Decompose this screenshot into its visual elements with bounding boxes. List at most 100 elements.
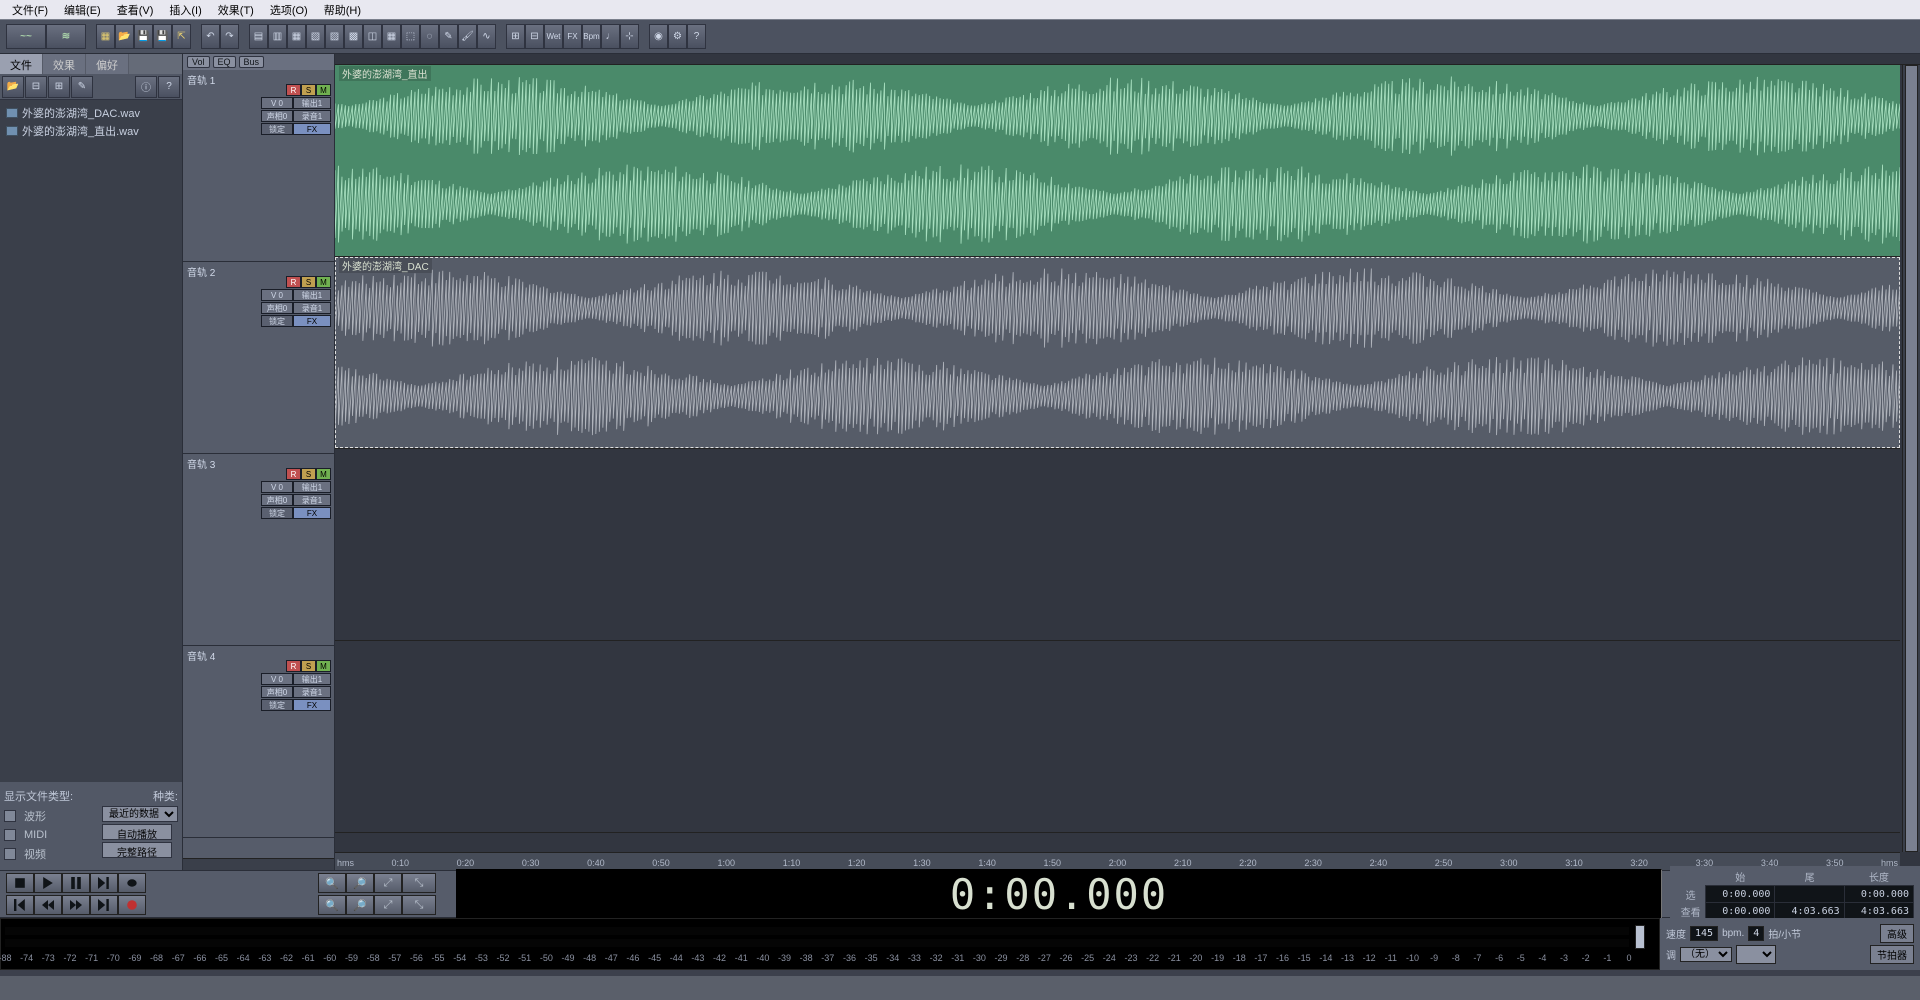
output-cell[interactable]: 输出1 — [293, 289, 331, 301]
volume-cell[interactable]: V 0 — [261, 97, 293, 109]
go-start-button[interactable] — [6, 895, 34, 915]
snap-1-button[interactable]: ⊞ — [506, 24, 525, 49]
fastfwd-button[interactable] — [62, 895, 90, 915]
export-button[interactable]: ⇱ — [172, 24, 191, 49]
mute-button[interactable]: M — [316, 84, 331, 96]
track-header[interactable]: 音轨 2RSMV 0输出1声相0录音1锁定FX — [183, 262, 334, 454]
record-arm-button[interactable]: R — [286, 660, 301, 672]
fx-cell[interactable]: FX — [293, 315, 331, 327]
vscroll-thumb[interactable] — [1905, 65, 1918, 852]
snap-fx-button[interactable]: FX — [563, 24, 582, 49]
arrangement-view[interactable]: 外婆的澎湖湾_直出1外婆的澎湖湾_DAC234 hms hms 0:100:20… — [335, 54, 1920, 870]
rec-src-cell[interactable]: 录音1 — [293, 686, 331, 698]
pan-cell[interactable]: 声相0 — [261, 494, 293, 506]
zoom-in-v-button[interactable]: 🔍 — [318, 895, 346, 915]
view-len[interactable]: 4:03.663 — [1844, 903, 1913, 920]
tool-2-button[interactable]: ▥ — [268, 24, 287, 49]
lock-cell[interactable]: 锁定 — [261, 315, 293, 327]
record-arm-button[interactable]: R — [286, 84, 301, 96]
play-button[interactable] — [34, 873, 62, 893]
mute-button[interactable]: M — [316, 660, 331, 672]
output-cell[interactable]: 输出1 — [293, 481, 331, 493]
zoom-fit-v-button[interactable]: ⤢ — [374, 895, 402, 915]
record-arm-button[interactable]: R — [286, 276, 301, 288]
pan-cell[interactable]: 声相0 — [261, 110, 293, 122]
settings-button[interactable]: ⚙ — [668, 24, 687, 49]
rec-src-cell[interactable]: 录音1 — [293, 302, 331, 314]
menu-item-2[interactable]: 查看(V) — [109, 0, 162, 20]
track-header[interactable]: 音轨 3RSMV 0输出1声相0录音1锁定FX — [183, 454, 334, 646]
lock-cell[interactable]: 锁定 — [261, 123, 293, 135]
output-cell[interactable]: 输出1 — [293, 673, 331, 685]
cd-button[interactable]: ◉ — [649, 24, 668, 49]
sel-end[interactable] — [1775, 886, 1844, 903]
menu-item-5[interactable]: 选项(O) — [262, 0, 316, 20]
track-lane[interactable]: 3 — [335, 449, 1900, 641]
solo-button[interactable]: S — [301, 276, 316, 288]
sel-begin[interactable]: 0:00.000 — [1706, 886, 1775, 903]
rec-src-cell[interactable]: 录音1 — [293, 494, 331, 506]
track-lane[interactable]: 外婆的澎湖湾_直出1 — [335, 65, 1900, 257]
tool-grid-button[interactable]: ▦ — [382, 24, 401, 49]
tool-pencil-button[interactable]: ✎ — [439, 24, 458, 49]
open-file-button[interactable]: 📂 — [115, 24, 134, 49]
mute-button[interactable]: M — [316, 468, 331, 480]
tool-7-button[interactable]: ◫ — [363, 24, 382, 49]
play-to-end-button[interactable] — [90, 873, 118, 893]
zoom-in-h-button[interactable]: 🔍 — [318, 873, 346, 893]
fx-cell[interactable]: FX — [293, 699, 331, 711]
mixer-tab-eq[interactable]: EQ — [213, 56, 236, 68]
pan-cell[interactable]: 声相0 — [261, 686, 293, 698]
key-mod-select[interactable] — [1736, 945, 1776, 964]
advanced-button[interactable]: 高级 — [1880, 924, 1914, 943]
fp-help-button[interactable]: ? — [158, 76, 180, 98]
type-checkbox[interactable] — [4, 848, 16, 860]
help-button[interactable]: ? — [687, 24, 706, 49]
menu-item-1[interactable]: 编辑(E) — [56, 0, 109, 20]
file-panel-tab-0[interactable]: 文件 — [0, 54, 43, 74]
type-checkbox[interactable] — [4, 829, 16, 841]
mode-edit-button[interactable]: ~~ — [6, 24, 46, 49]
solo-button[interactable]: S — [301, 468, 316, 480]
file-panel-tab-2[interactable]: 偏好 — [86, 54, 129, 74]
fp-open-button[interactable]: 📂 — [2, 76, 24, 98]
menu-item-3[interactable]: 插入(I) — [161, 0, 209, 20]
zoom-full-h-button[interactable]: ⤡ — [402, 873, 436, 893]
tool-4-button[interactable]: ▧ — [306, 24, 325, 49]
zoom-out-v-button[interactable]: 🔎 — [346, 895, 374, 915]
fp-insert-button[interactable]: ⊞ — [48, 76, 70, 98]
tool-1-button[interactable]: ▤ — [249, 24, 268, 49]
stop-button[interactable] — [6, 873, 34, 893]
fp-close-button[interactable]: ⊟ — [25, 76, 47, 98]
pause-button[interactable] — [62, 873, 90, 893]
track-lane[interactable]: 4 — [335, 641, 1900, 833]
snap-bar-button[interactable]: ♩ — [601, 24, 620, 49]
redo-button[interactable]: ↷ — [220, 24, 239, 49]
fx-cell[interactable]: FX — [293, 507, 331, 519]
zoom-full-v-button[interactable]: ⤡ — [402, 895, 436, 915]
arrangement-vscrollbar[interactable] — [1902, 65, 1920, 852]
output-cell[interactable]: 输出1 — [293, 97, 331, 109]
zoom-sel-button[interactable]: ⤢ — [374, 873, 402, 893]
lock-cell[interactable]: 锁定 — [261, 507, 293, 519]
menu-item-6[interactable]: 帮助(H) — [316, 0, 369, 20]
rec-src-cell[interactable]: 录音1 — [293, 110, 331, 122]
track-header-scrollbar[interactable] — [183, 858, 334, 870]
mixer-tab-bus[interactable]: Bus — [239, 56, 265, 68]
fp-edit-button[interactable]: ✎ — [71, 76, 93, 98]
track-lane[interactable]: 外婆的澎湖湾_DAC2 — [335, 257, 1900, 449]
view-begin[interactable]: 0:00.000 — [1706, 903, 1775, 920]
save-all-button[interactable]: 💾 — [153, 24, 172, 49]
speed-field[interactable]: 145 — [1690, 926, 1718, 941]
beats-field[interactable]: 4 — [1748, 926, 1764, 941]
tool-6-button[interactable]: ▩ — [344, 24, 363, 49]
sel-len[interactable]: 0:00.000 — [1844, 886, 1913, 903]
track-header[interactable]: 音轨 1RSMV 0输出1声相0录音1锁定FX — [183, 70, 334, 262]
tool-wave-button[interactable]: ∿ — [477, 24, 496, 49]
meter-fader[interactable] — [1635, 925, 1645, 949]
volume-cell[interactable]: V 0 — [261, 481, 293, 493]
go-end-button[interactable] — [90, 895, 118, 915]
level-meter[interactable]: -88-74-73-72-71-70-69-68-67-66-65-64-63-… — [0, 918, 1660, 970]
timeline-top[interactable] — [335, 54, 1920, 65]
volume-cell[interactable]: V 0 — [261, 289, 293, 301]
